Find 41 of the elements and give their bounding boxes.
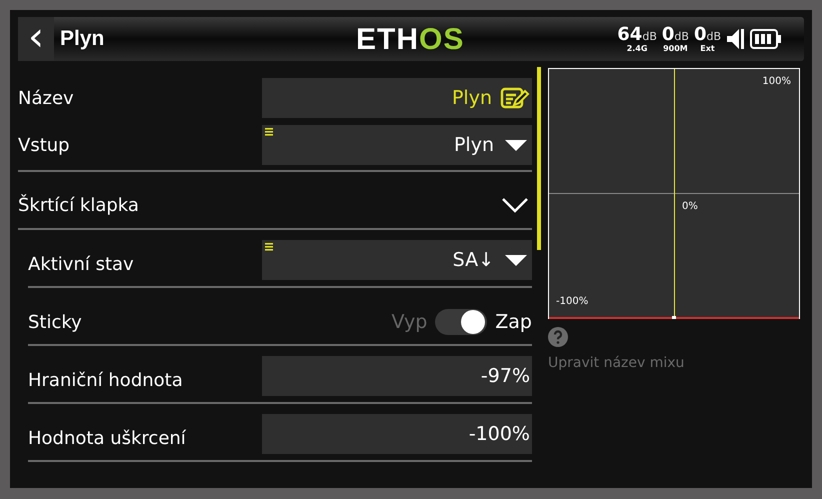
field-label: Sticky [27, 312, 82, 332]
axis-label: 0% [682, 201, 698, 212]
signal-unit: dB [674, 30, 689, 42]
screen-title: Plyn [60, 27, 104, 51]
edit-icon [500, 86, 530, 110]
menu-icon [265, 243, 273, 251]
field-label: Hraniční hodnota [27, 370, 183, 390]
dropdown[interactable]: SA↓ [262, 240, 532, 280]
menu-icon [265, 128, 273, 136]
signal-label: 900M [663, 44, 688, 52]
axis-label: 100% [762, 76, 791, 87]
toggle-label: Zap [495, 311, 532, 333]
input-field[interactable]: Plyn [262, 78, 532, 118]
back-button[interactable]: ‹ [18, 17, 54, 61]
input-field[interactable]: -97% [262, 356, 532, 396]
field-label: Aktivní stav [27, 254, 134, 274]
dropdown-arrow-icon [505, 140, 527, 150]
signal-value: 0 [694, 26, 706, 44]
field-label: Vstup [18, 134, 70, 156]
signal-value: 64 [617, 26, 642, 44]
input-field[interactable]: -100% [262, 414, 532, 454]
help-icon [548, 327, 568, 347]
chevron-icon[interactable] [501, 197, 529, 213]
signal-value: 0 [662, 26, 674, 44]
logo-text: ETH [356, 23, 419, 56]
battery-icon [750, 29, 782, 49]
signal-label: Ext [700, 44, 715, 52]
signal-unit: dB [706, 30, 721, 42]
logo-text: OS [419, 23, 464, 56]
dropdown[interactable]: Plyn [262, 125, 532, 165]
help-text: Upravit název mixu [548, 355, 686, 371]
signal-label: 2.4G [626, 44, 648, 52]
signal-unit: dB [642, 30, 657, 42]
toggle-switch[interactable] [435, 309, 488, 335]
field-label: Škrtící klapka [18, 194, 139, 216]
speaker-icon [726, 28, 745, 50]
field-label: Název [18, 88, 74, 108]
dropdown-arrow-icon [505, 254, 527, 266]
field-label: Hodnota uškrcení [27, 428, 186, 448]
toggle-label: Vyp [391, 311, 428, 333]
axis-label: -100% [556, 296, 588, 307]
